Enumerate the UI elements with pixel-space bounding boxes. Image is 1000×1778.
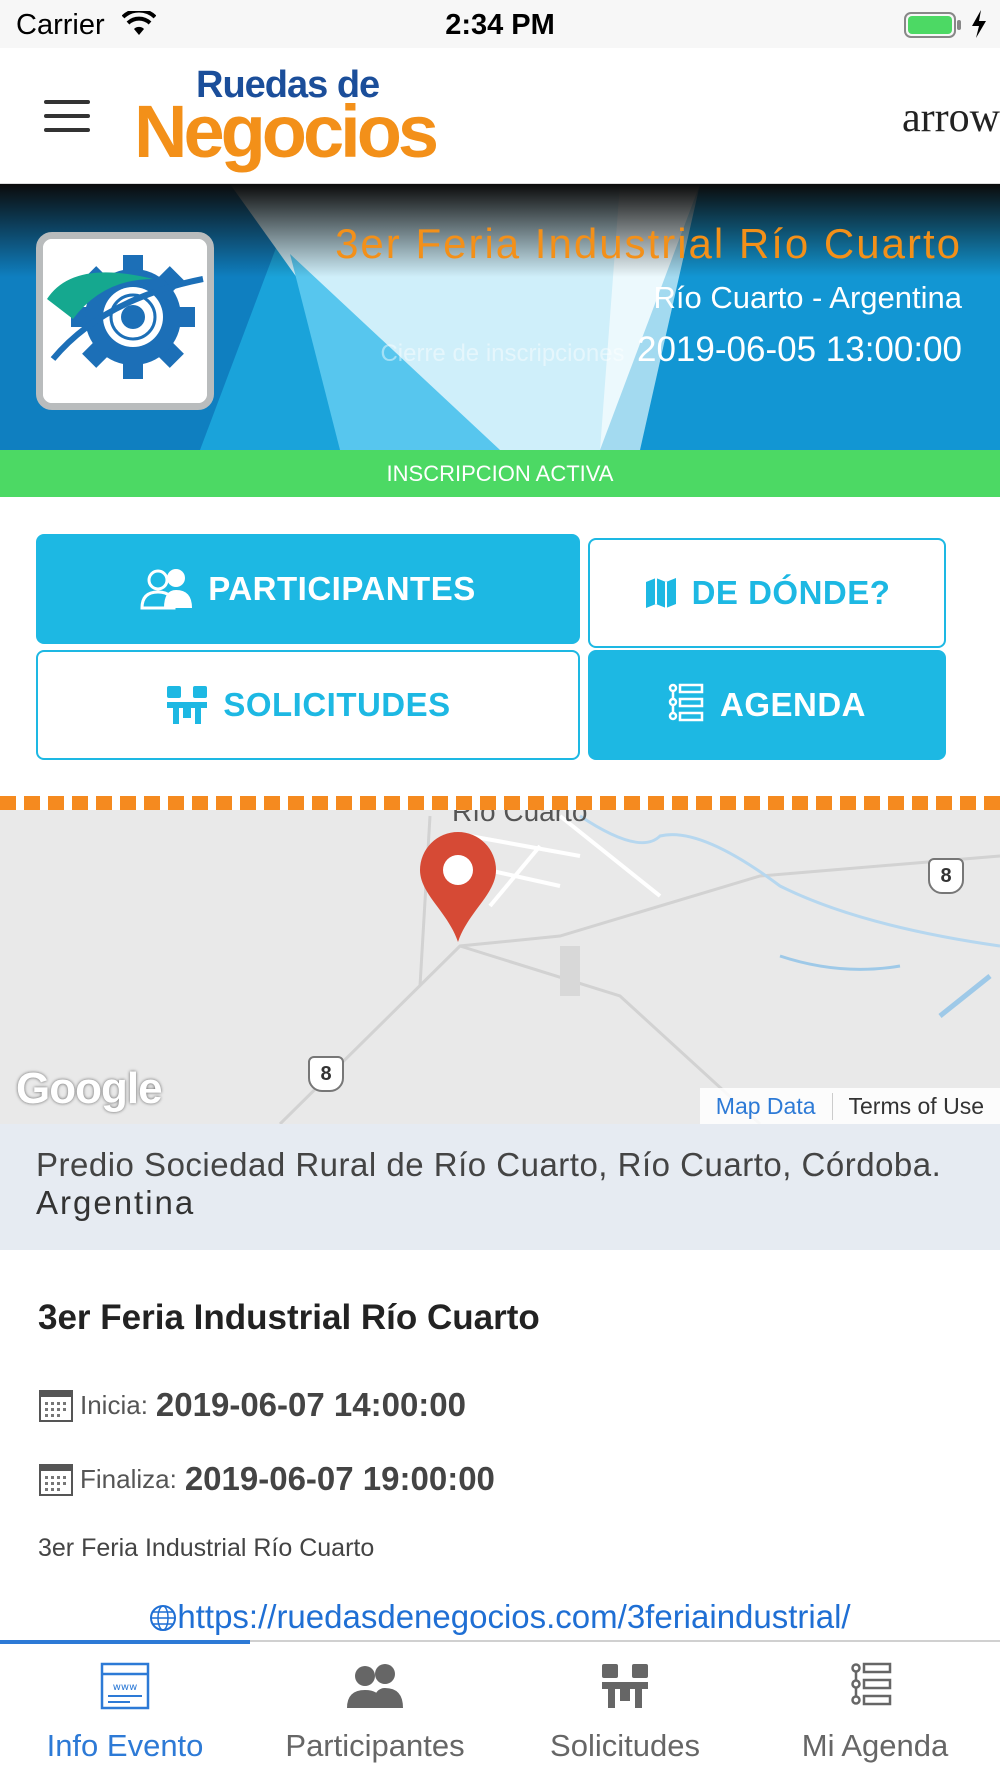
banner-date: 2019-06-05 13:00:00 [637,330,962,369]
end-date: 2019-06-07 19:00:00 [184,1460,495,1497]
address-line: Predio Sociedad Rural de Río Cuarto, Río… [36,1146,942,1183]
svg-text:www: www [113,1682,138,1693]
event-title: 3er Feria Industrial Río Cuarto [38,1298,540,1337]
end-label: Finaliza: [80,1463,177,1494]
route-shield-2: 8 [308,1056,344,1092]
agenda-label: AGENDA [719,686,866,723]
agenda-list-icon [668,683,704,722]
address-country: Argentina [36,1184,196,1221]
donde-label: DE DÓNDE? [691,574,891,611]
solicitudes-label: SOLICITUDES [223,686,451,723]
tab-solicitudes-label: Solicitudes [550,1728,700,1763]
event-banner: 3er Feria Industrial Río Cuarto Río Cuar… [0,184,1000,450]
hamburger-menu-icon[interactable] [44,100,90,134]
banner-date-label: Cierre de inscripciones [380,340,625,367]
tab-mi-agenda-label: Mi Agenda [801,1728,949,1763]
event-logo-image [36,232,214,410]
start-label: Inicia: [80,1389,148,1420]
app-header: Ruedas de Negocios arrow [0,48,1000,184]
agenda-button[interactable]: AGENDA [588,650,946,760]
start-date: 2019-06-07 14:00:00 [155,1386,466,1423]
bottom-tab-bar: www Info Evento Participantes Solicitude… [0,1640,1000,1778]
calendar-icon [39,1390,73,1422]
registration-status-badge: INSCRIPCION ACTIVA [0,450,1000,497]
event-description: 3er Feria Industrial Río Cuarto [38,1534,375,1562]
banner-event-title: 3er Feria Industrial Río Cuarto [335,220,962,267]
google-logo: Google [16,1064,163,1113]
meeting-icon [167,686,208,724]
tab-participantes[interactable]: Participantes [250,1642,500,1778]
people-icon [140,569,193,610]
charging-icon [972,10,986,38]
map-icon [645,578,676,608]
tab-participantes-label: Participantes [285,1728,465,1763]
participantes-label: PARTICIPANTES [208,570,476,607]
terms-of-use-link[interactable]: Terms of Use [833,1093,1000,1120]
map-top-divider [0,796,1000,810]
location-map[interactable]: Río Cuarto 8 8 Google Map Data Terms of … [0,796,1000,1124]
web-page-icon: www [100,1662,150,1710]
globe-icon [150,1605,177,1631]
end-date-row: Finaliza: 2019-06-07 19:00:00 [38,1460,495,1498]
event-url-link[interactable]: https://ruedasdenegocios.com/3feriaindus… [177,1598,850,1635]
clock-label: 2:34 PM [445,9,555,41]
status-bar: Carrier 2:34 PM [0,0,1000,48]
banner-date-row: Cierre de inscripciones 2019-06-05 13:00… [380,330,962,370]
people-icon [347,1664,403,1708]
calendar-icon [39,1464,73,1496]
tab-mi-agenda[interactable]: Mi Agenda [750,1642,1000,1778]
agenda-list-icon [851,1662,892,1706]
start-date-row: Inicia: 2019-06-07 14:00:00 [38,1386,466,1424]
solicitudes-button[interactable]: SOLICITUDES [36,650,580,760]
logo-bottom-text: Negocios [134,90,439,173]
map-data-link[interactable]: Map Data [700,1092,833,1120]
meeting-icon [602,1664,648,1708]
app-logo: Ruedas de Negocios [134,64,504,176]
tab-solicitudes[interactable]: Solicitudes [500,1642,750,1778]
tab-info-evento[interactable]: www Info Evento [0,1642,250,1778]
participantes-button[interactable]: PARTICIPANTES [36,534,580,644]
header-right-text[interactable]: arrow [902,94,1000,142]
map-pin-icon[interactable] [418,832,498,944]
tab-info-evento-label: Info Evento [46,1728,204,1763]
event-url-row[interactable]: https://ruedasdenegocios.com/3feriaindus… [0,1598,1000,1636]
event-address: Predio Sociedad Rural de Río Cuarto, Río… [0,1124,1000,1250]
route-shield-1: 8 [928,858,964,894]
gear-logo-icon [43,239,207,403]
donde-button[interactable]: DE DÓNDE? [588,538,946,648]
battery-icon [904,12,961,38]
banner-location: Río Cuarto - Argentina [653,280,962,315]
map-attribution: Map Data Terms of Use [699,1088,1000,1124]
